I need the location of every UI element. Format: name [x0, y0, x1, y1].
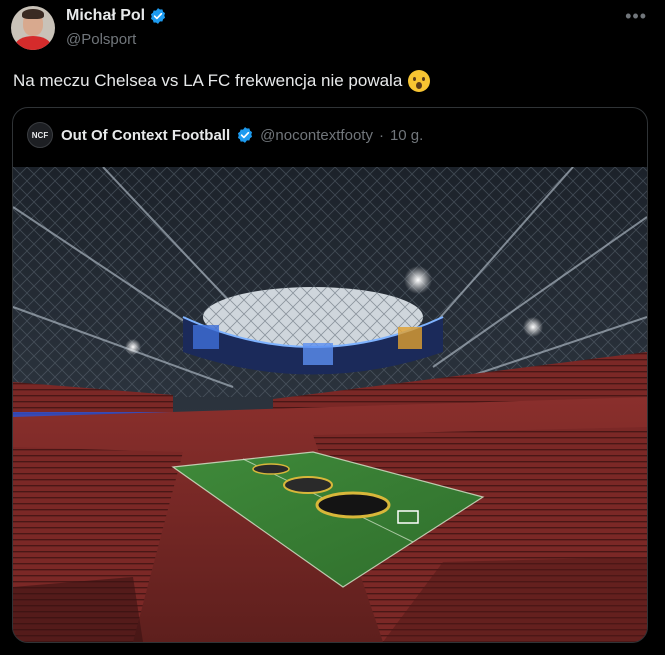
- quoted-tweet-header: NCF Out Of Context Football @nocontextfo…: [27, 122, 423, 148]
- tweet-text: Na meczu Chelsea vs LA FC frekwencja nie…: [13, 70, 431, 92]
- author-handle[interactable]: @Polsport: [66, 31, 136, 48]
- verified-badge-icon: [238, 127, 253, 143]
- quoted-author-handle[interactable]: @nocontextfooty: [260, 127, 373, 144]
- author-name-row[interactable]: Michał Pol: [66, 7, 167, 25]
- tweet-body: Na meczu Chelsea vs LA FC frekwencja nie…: [13, 71, 403, 90]
- quoted-author-avatar[interactable]: NCF: [27, 122, 53, 148]
- verified-badge-icon: [151, 8, 166, 24]
- author-display-name[interactable]: Michał Pol: [66, 7, 145, 25]
- flood-light: [404, 266, 432, 294]
- more-horizontal-icon[interactable]: •••: [625, 6, 647, 27]
- avatar-hair: [22, 9, 44, 19]
- avatar-shirt: [15, 36, 51, 50]
- meta-separator: ·: [378, 126, 384, 144]
- quoted-tweet-card[interactable]: NCF Out Of Context Football @nocontextfo…: [12, 107, 648, 643]
- astonished-face-emoji-icon: [408, 70, 431, 92]
- stadium-photo[interactable]: [13, 167, 647, 642]
- center-logo: [315, 491, 391, 519]
- quoted-timestamp[interactable]: 10 g.: [390, 127, 423, 144]
- quoted-author-name[interactable]: Out Of Context Football: [61, 127, 230, 144]
- author-avatar[interactable]: [11, 6, 55, 50]
